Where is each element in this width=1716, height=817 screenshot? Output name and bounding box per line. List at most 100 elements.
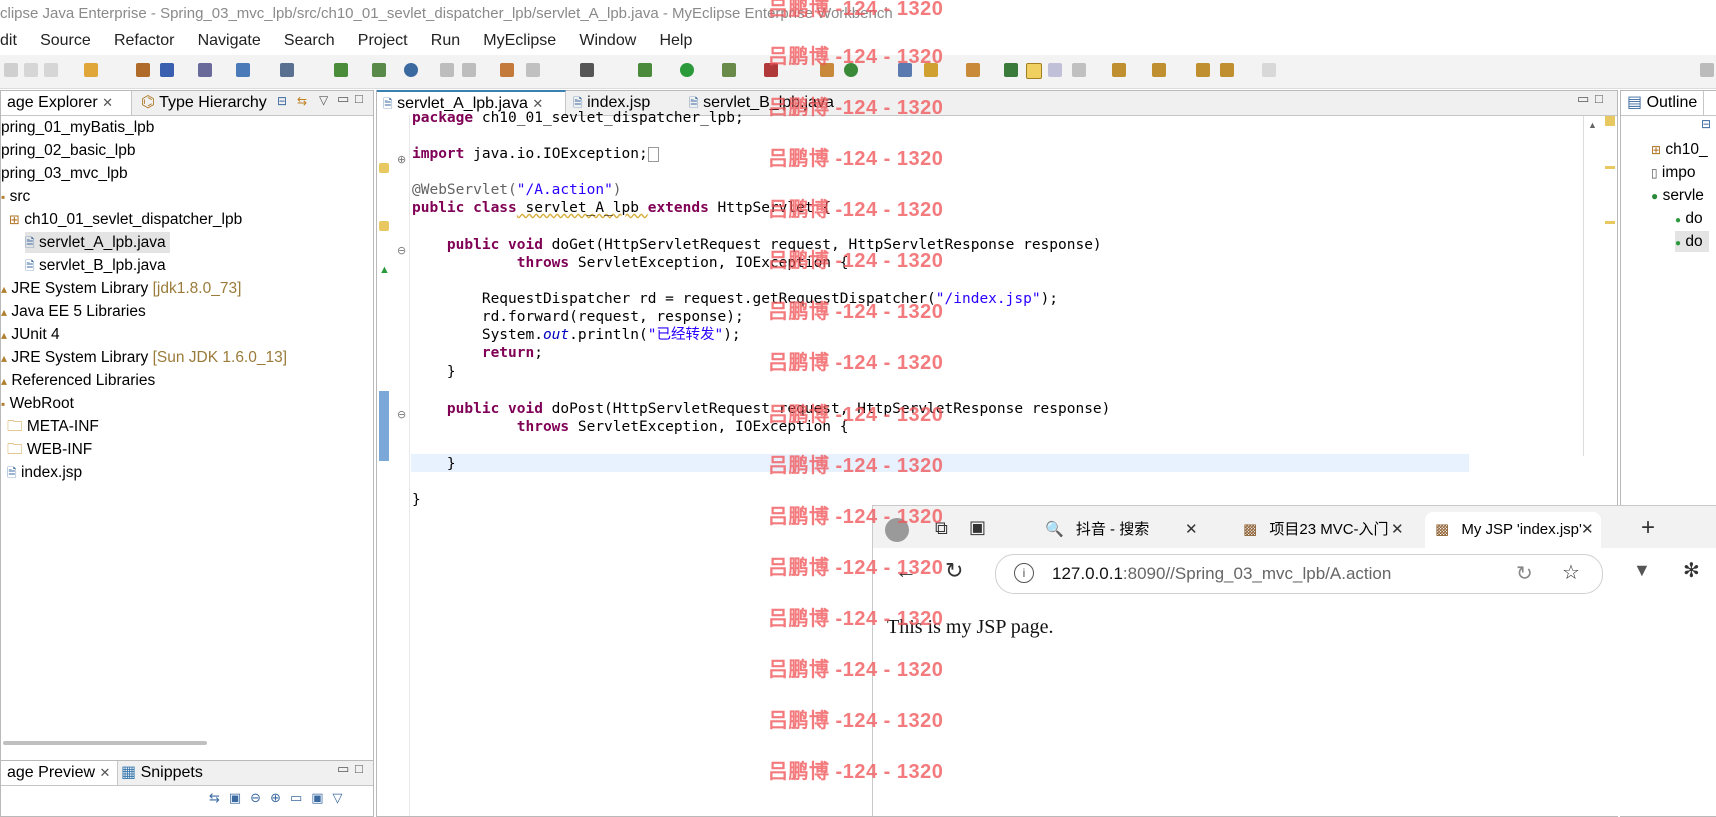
- back-history-icon[interactable]: [440, 63, 454, 77]
- code-token: return: [412, 345, 535, 361]
- close-icon[interactable]: ✕: [1391, 512, 1404, 548]
- outline-item-class[interactable]: ● servle: [1651, 185, 1704, 206]
- menu-project[interactable]: Project: [358, 28, 408, 54]
- favicon-icon: ▩: [1243, 521, 1258, 538]
- immersive-reader-icon[interactable]: ↻: [1516, 561, 1533, 586]
- sidebar-toggle-icon[interactable]: ▣: [969, 517, 986, 538]
- whitespace-icon[interactable]: [1072, 63, 1086, 77]
- menu-navigate[interactable]: Navigate: [198, 28, 261, 54]
- code-token: rd.forward(request, response);: [412, 309, 744, 325]
- search-icon: 🔍: [1045, 521, 1064, 538]
- code-token: );: [723, 327, 741, 343]
- block-select-icon[interactable]: [1048, 63, 1062, 77]
- save-all-icon[interactable]: [24, 63, 38, 77]
- code-token: public void: [412, 237, 543, 253]
- close-icon[interactable]: ✕: [1185, 512, 1198, 548]
- new-class-icon[interactable]: [526, 63, 540, 77]
- browser-tab-index-jsp[interactable]: ▩ My JSP 'index.jsp' ✕: [1425, 512, 1601, 548]
- server-icon[interactable]: [198, 63, 212, 77]
- watermark: 吕鹏博 -124 - 1320: [768, 352, 944, 374]
- folder-icon[interactable]: [966, 63, 980, 77]
- overview-warning-marker[interactable]: [1605, 221, 1615, 224]
- ejb-icon[interactable]: [372, 63, 386, 77]
- menu-refactor[interactable]: Refactor: [114, 28, 174, 54]
- menu-source[interactable]: Source: [40, 28, 91, 54]
- web-browser-icon[interactable]: [280, 63, 294, 77]
- code-token: throws: [412, 419, 570, 435]
- menu-run[interactable]: Run: [431, 28, 460, 54]
- folded-marker[interactable]: [647, 146, 659, 162]
- collapse-fold-icon[interactable]: ⊖: [397, 244, 406, 257]
- extension-icon[interactable]: ▼: [1633, 560, 1651, 581]
- db-icon[interactable]: [334, 63, 348, 77]
- menu-myeclipse[interactable]: MyEclipse: [483, 28, 556, 54]
- overview-warning-marker[interactable]: [1605, 116, 1615, 126]
- new-package-icon[interactable]: [500, 63, 514, 77]
- browser-tabbar: ⧉ ▣ 🔍 抖音 - 搜索 ✕ ▩ 项目23 MVC-入门 ✕ ▩ My JSP…: [873, 506, 1716, 548]
- back-icon[interactable]: [1220, 63, 1234, 77]
- forward-history-icon[interactable]: [462, 63, 476, 77]
- deploy-icon[interactable]: [236, 63, 250, 77]
- code-token: ;: [534, 345, 543, 361]
- code-token: public void: [412, 401, 543, 417]
- extensions-puzzle-icon[interactable]: ✻: [1683, 558, 1700, 583]
- browser-window: ⧉ ▣ 🔍 抖音 - 搜索 ✕ ▩ 项目23 MVC-入门 ✕ ▩ My JSP…: [872, 505, 1716, 816]
- outline-item-doget[interactable]: ● do: [1675, 208, 1703, 229]
- camera-icon[interactable]: [580, 63, 594, 77]
- reload-icon[interactable]: ↻: [945, 558, 963, 584]
- expand-fold-icon[interactable]: ⊕: [397, 153, 406, 166]
- forward-icon[interactable]: [1262, 63, 1276, 77]
- address-bar[interactable]: i 127.0.0.1:8090//Spring_03_mvc_lpb/A.ac…: [995, 554, 1603, 594]
- run-external-icon[interactable]: [722, 63, 736, 77]
- outline-item-dopost[interactable]: ● do: [1675, 231, 1709, 252]
- browser-tab-label: My JSP 'index.jsp': [1461, 521, 1582, 538]
- outline-icon: ▤: [1627, 94, 1643, 111]
- save-icon[interactable]: [4, 63, 18, 77]
- highlight-icon[interactable]: [1026, 63, 1042, 79]
- print-icon[interactable]: [44, 63, 58, 77]
- browser-navbar: ← ↻ i 127.0.0.1:8090//Spring_03_mvc_lpb/…: [873, 548, 1716, 600]
- last-edit-icon[interactable]: [1196, 63, 1210, 77]
- next-annotation-icon[interactable]: [1112, 63, 1126, 77]
- site-info-icon[interactable]: i: [1014, 563, 1034, 583]
- tab-outline[interactable]: ▤ Outline: [1621, 91, 1705, 115]
- menu-edit[interactable]: dit: [0, 28, 17, 54]
- prev-annotation-icon[interactable]: [1152, 63, 1166, 77]
- method-icon: ●: [1675, 215, 1682, 226]
- code-token: System.: [412, 327, 543, 343]
- menu-help[interactable]: Help: [659, 28, 692, 54]
- perspective-icon[interactable]: [1700, 63, 1714, 77]
- code-token: }: [412, 364, 456, 380]
- vertical-scrollbar[interactable]: ▲: [1583, 116, 1600, 456]
- run-icon[interactable]: [680, 63, 694, 77]
- code-token: }: [412, 456, 456, 472]
- tab-label: Outline: [1646, 94, 1698, 111]
- overview-warning-marker[interactable]: [1605, 166, 1615, 169]
- watermark: 吕鹏博 -124 - 1320: [768, 761, 944, 783]
- debug-icon[interactable]: [638, 63, 652, 77]
- scroll-up-icon[interactable]: ▲: [1588, 120, 1597, 130]
- collapse-fold-icon[interactable]: ⊖: [397, 408, 406, 421]
- code-token: "/A.action": [516, 182, 613, 198]
- url-path: :8090//Spring_03_mvc_lpb/A.action: [1122, 564, 1392, 583]
- browser-tab-douyin[interactable]: 🔍 抖音 - 搜索 ✕: [1035, 512, 1215, 548]
- menu-search[interactable]: Search: [284, 28, 335, 54]
- favorite-star-icon[interactable]: ☆: [1562, 560, 1580, 585]
- url-text: 127.0.0.1:8090//Spring_03_mvc_lpb/A.acti…: [1052, 564, 1391, 584]
- outline-item-imports[interactable]: ▯ impo: [1651, 162, 1696, 183]
- outline-item-package[interactable]: ⊞ ch10_: [1651, 139, 1708, 160]
- browser-tab-project23[interactable]: ▩ 项目23 MVC-入门 ✕: [1233, 512, 1413, 548]
- new-wizard-icon[interactable]: [84, 63, 98, 77]
- code-token: .println(: [569, 327, 648, 343]
- open-type-icon[interactable]: [136, 63, 150, 77]
- open-resource-icon[interactable]: [160, 63, 174, 77]
- new-tab-icon[interactable]: +: [1641, 514, 1655, 542]
- watermark: 吕鹏博 -124 - 1320: [768, 710, 944, 732]
- search-toolbar-icon[interactable]: [1004, 63, 1018, 77]
- menu-window[interactable]: Window: [579, 28, 636, 54]
- close-icon[interactable]: ✕: [1581, 512, 1594, 548]
- globe-icon[interactable]: [404, 63, 418, 77]
- collapse-all-icon[interactable]: ⊟: [1701, 117, 1711, 131]
- outline-tree: ⊞ ch10_ ▯ impo ● servle ● do ● do: [1621, 139, 1716, 339]
- watermark: 吕鹏博 -124 - 1320: [768, 301, 944, 323]
